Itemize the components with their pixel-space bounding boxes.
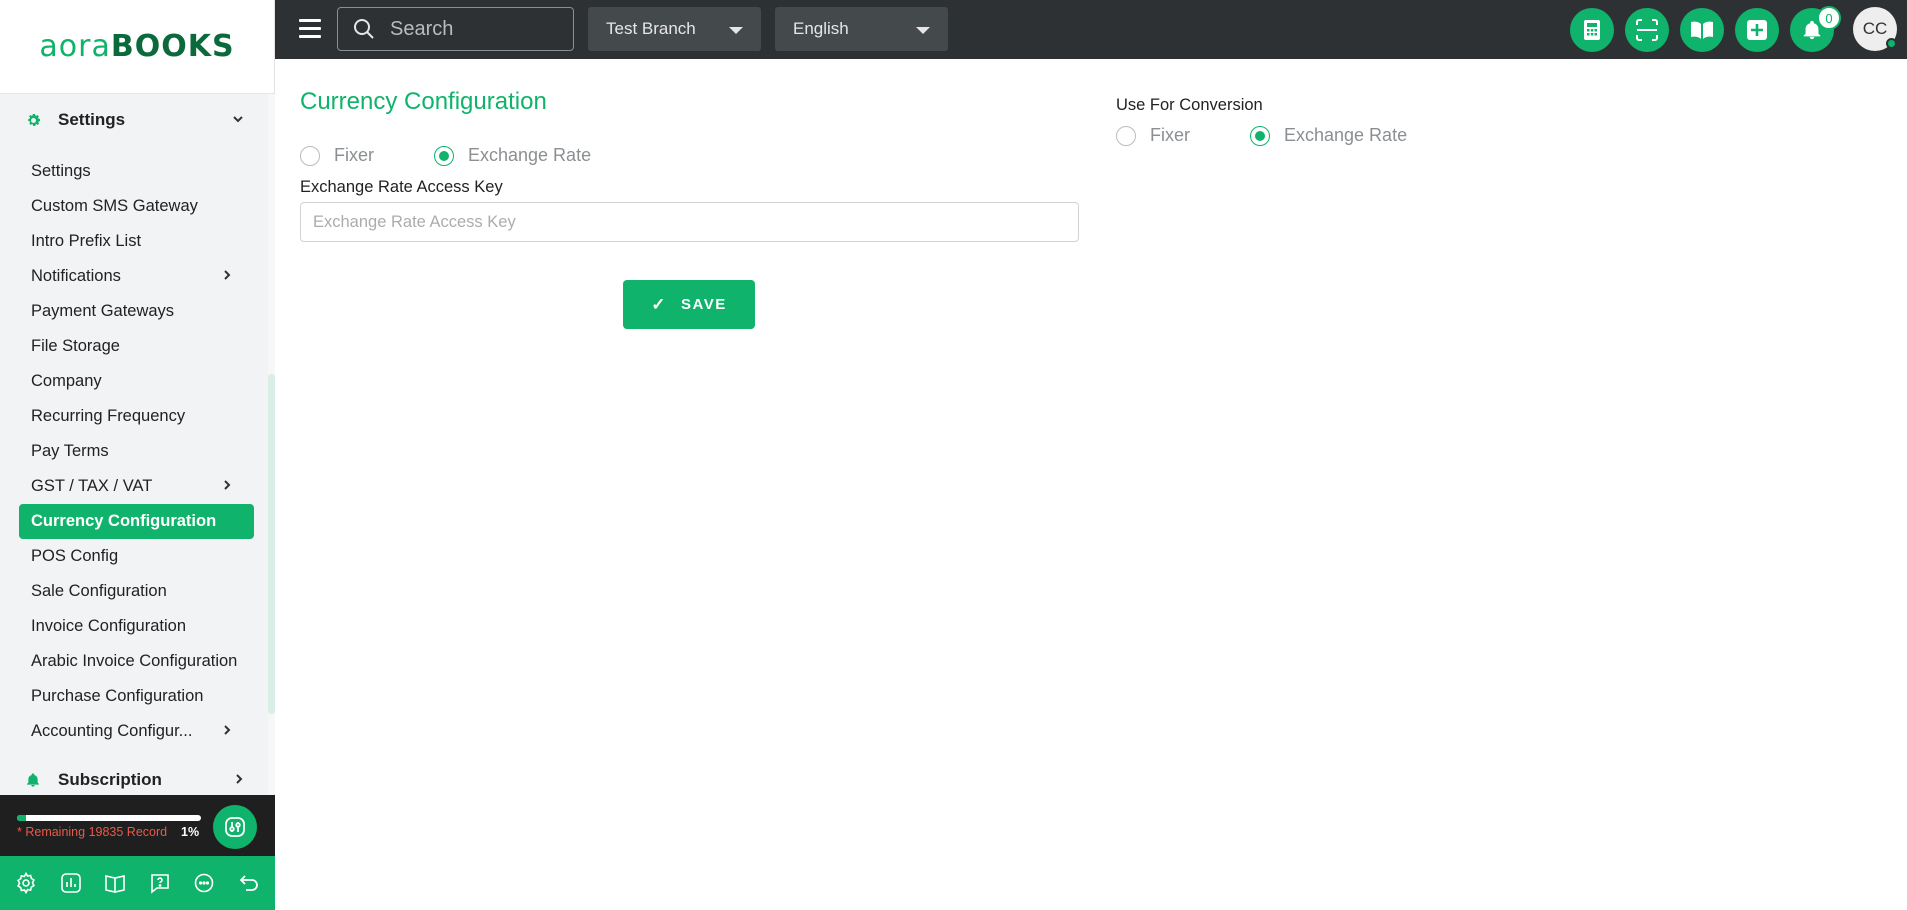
conversion-radio-exchange-rate[interactable] (1250, 125, 1270, 146)
scan-button[interactable] (1625, 8, 1669, 52)
sidebar-item-recurring-frequency[interactable]: Recurring Frequency (19, 399, 254, 434)
record-percent: 1% (181, 825, 200, 839)
sidebar-item-pos-config[interactable]: POS Config (19, 539, 254, 574)
sidebar-scroll-thumb[interactable] (268, 374, 275, 714)
sidebar-bottom-toolbar (0, 856, 275, 910)
sidebar-item-gst-tax-vat[interactable]: GST / TAX / VAT (19, 469, 254, 504)
gear-icon[interactable] (9, 866, 43, 900)
sidebar-item-currency-configuration[interactable]: Currency Configuration (19, 504, 254, 539)
save-button[interactable]: ✓ SAVE (623, 280, 755, 329)
conversion-label: Use For Conversion (1116, 96, 1263, 114)
save-button-label: SAVE (681, 296, 727, 313)
avatar-initials: CC (1862, 19, 1888, 38)
guide-button[interactable] (1680, 8, 1724, 52)
sidebar-item-notifications[interactable]: Notifications (19, 259, 254, 294)
radio-exchange-rate[interactable] (434, 145, 454, 166)
logo-area[interactable]: aoraBOOKS (0, 0, 274, 94)
radio-exchange-rate-label[interactable]: Exchange Rate (468, 145, 591, 166)
calculator-icon (1584, 20, 1600, 40)
conversion-radio-fixer[interactable] (1116, 125, 1136, 146)
sidebar-item-custom-sms-gateway[interactable]: Custom SMS Gateway (19, 189, 254, 224)
sidebar: aoraBOOKS Settings Settings Custom SMS G… (0, 0, 275, 910)
sidebar-item-payment-gateways[interactable]: Payment Gateways (19, 294, 254, 329)
rate-provider-radio-group: Fixer Exchange Rate (300, 145, 651, 166)
sidebar-item-purchase-configuration[interactable]: Purchase Configuration (19, 679, 254, 714)
conversion-radio-fixer-label[interactable]: Fixer (1150, 125, 1190, 146)
language-select-value: English (793, 19, 849, 38)
sidebar-section-settings[interactable]: Settings (0, 95, 268, 145)
chevron-down-icon (232, 112, 244, 128)
chevron-right-icon (234, 772, 244, 788)
search-box[interactable] (337, 7, 574, 51)
caret-down-icon (729, 27, 743, 34)
access-key-label: Exchange Rate Access Key (300, 178, 503, 196)
sidebar-item-intro-prefix-list[interactable]: Intro Prefix List (19, 224, 254, 259)
hamburger-menu-icon[interactable] (299, 19, 321, 39)
chevron-right-icon (222, 723, 232, 739)
language-select[interactable]: English (775, 7, 948, 51)
book-icon[interactable] (98, 866, 132, 900)
conversion-radio-exchange-rate-label[interactable]: Exchange Rate (1284, 125, 1407, 146)
search-input[interactable] (390, 17, 550, 41)
calculator-button[interactable] (1570, 8, 1614, 52)
record-progress-bar (17, 815, 201, 821)
access-key-input[interactable] (300, 202, 1079, 242)
chart-icon[interactable] (54, 866, 88, 900)
add-new-button[interactable] (1735, 8, 1779, 52)
sidebar-section-label: Settings (58, 110, 126, 129)
gear-icon (24, 111, 42, 129)
notification-count-badge: 0 (1817, 6, 1841, 30)
online-status-dot (1886, 38, 1897, 49)
sidebar-item-invoice-configuration[interactable]: Invoice Configuration (19, 609, 254, 644)
search-icon (354, 19, 374, 39)
sidebar-section-label: Subscription (58, 770, 162, 789)
top-bar: Test Branch English 0 CC (275, 0, 1907, 59)
user-avatar[interactable]: CC (1853, 7, 1897, 51)
chevron-right-icon (222, 478, 232, 494)
app-logo: aoraBOOKS (39, 29, 235, 64)
scan-icon (1636, 19, 1658, 41)
book-open-icon (1691, 21, 1713, 39)
conversion-radio-group: Fixer Exchange Rate (1116, 125, 1467, 146)
chat-icon[interactable] (187, 866, 221, 900)
page-title: Currency Configuration (300, 88, 547, 115)
sidebar-item-company[interactable]: Company (19, 364, 254, 399)
record-progress-fill (17, 815, 27, 821)
sidebar-scrollbar[interactable] (268, 94, 275, 794)
undo-icon[interactable] (232, 866, 266, 900)
plus-icon (1747, 20, 1767, 40)
check-icon: ✓ (651, 294, 667, 314)
sidebar-item-pay-terms[interactable]: Pay Terms (19, 434, 254, 469)
radio-fixer[interactable] (300, 145, 320, 166)
settings-menu: Settings Custom SMS Gateway Intro Prefix… (19, 154, 254, 749)
sliders-icon (225, 817, 245, 837)
bell-icon (24, 771, 42, 789)
sidebar-item-settings[interactable]: Settings (19, 154, 254, 189)
branch-select-value: Test Branch (606, 19, 696, 38)
sidebar-item-file-storage[interactable]: File Storage (19, 329, 254, 364)
remaining-records-text: * Remaining 19835 Record (17, 825, 168, 839)
radio-fixer-label[interactable]: Fixer (334, 145, 374, 166)
record-usage-panel: * Remaining 19835 Record 1% (0, 795, 275, 856)
sidebar-item-sale-configuration[interactable]: Sale Configuration (19, 574, 254, 609)
chevron-right-icon (222, 268, 232, 284)
branch-select[interactable]: Test Branch (588, 7, 761, 51)
caret-down-icon (916, 27, 930, 34)
record-settings-button[interactable] (213, 805, 257, 849)
sidebar-item-arabic-invoice-configuration[interactable]: Arabic Invoice Configuration (19, 644, 254, 679)
sidebar-item-accounting-configuration[interactable]: Accounting Configur... (19, 714, 254, 749)
help-icon[interactable] (143, 866, 177, 900)
